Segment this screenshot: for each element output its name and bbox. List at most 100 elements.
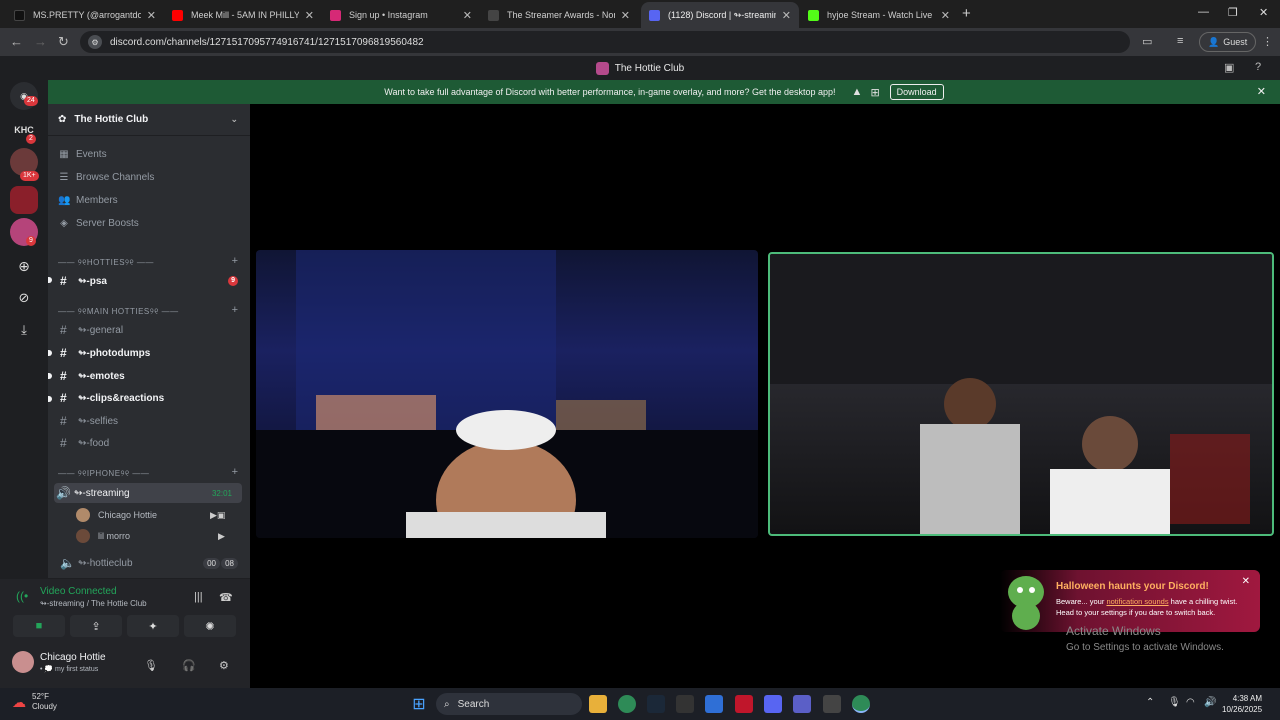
app-icon[interactable] <box>823 695 841 713</box>
avatar <box>76 508 90 522</box>
sidebar-item-label: Browse Channels <box>76 172 155 183</box>
channel-photodumps[interactable]: # ↬-photodumps <box>58 343 242 363</box>
server-title: The Hottie Club <box>614 62 685 74</box>
file-explorer-icon[interactable] <box>589 695 607 713</box>
halloween-toast[interactable]: Halloween haunts your Discord! Beware...… <box>1000 570 1260 632</box>
discover-icon[interactable]: ⊘ <box>10 284 38 312</box>
video-tile-stream[interactable] <box>256 250 758 538</box>
media-icon[interactable]: ≡ <box>1177 35 1183 47</box>
channel-selfies[interactable]: # ↬-selfies <box>58 411 242 431</box>
volume-icon[interactable]: 🔊 <box>1204 697 1216 708</box>
voice-status[interactable]: Video Connected <box>40 586 117 597</box>
browser-tab-kick[interactable]: hyjoe Stream - Watch Live on K ✕ <box>800 2 958 28</box>
profile-button[interactable]: 👤 Guest <box>1199 32 1257 52</box>
close-icon[interactable]: ✕ <box>941 9 950 22</box>
category-iphone[interactable]: —— ୨୧IPHONE୨୧ —— <box>58 469 149 479</box>
add-channel-icon[interactable]: + <box>232 304 238 316</box>
app-icon[interactable] <box>676 695 694 713</box>
steam-icon[interactable] <box>647 695 665 713</box>
download-button[interactable]: Download <box>889 84 944 100</box>
soundboard-icon: ✺ <box>205 620 215 633</box>
voice-user[interactable]: Chicago Hottie ▶▣ <box>76 508 225 522</box>
voice-channel-hottieclub[interactable]: 🔈 ↬-hottieclub 00 08 <box>58 553 242 573</box>
notification-badge: 9 <box>26 236 36 246</box>
minimize-icon[interactable]: — <box>1198 6 1209 18</box>
headphones-icon[interactable]: 🎧 <box>182 659 196 672</box>
server-header[interactable]: ✿ The Hottie Club ⌄ <box>48 104 250 136</box>
help-icon[interactable]: ? <box>1255 61 1261 73</box>
reload-icon[interactable]: ↻ <box>58 34 69 50</box>
back-icon[interactable]: ← <box>10 34 23 49</box>
voice-user[interactable]: lil morro ▶ <box>76 529 225 543</box>
noise-suppression-icon[interactable]: ||| <box>194 591 203 603</box>
app-icon[interactable] <box>735 695 753 713</box>
teams-icon[interactable] <box>793 695 811 713</box>
activities-button[interactable]: ✦ <box>127 615 179 637</box>
disconnect-icon[interactable]: ☎ <box>219 591 233 604</box>
restore-icon[interactable]: ❐ <box>1228 6 1238 19</box>
taskbar-search[interactable]: ⌕ Search <box>436 693 582 715</box>
windows-icon: ⊞ <box>870 86 880 99</box>
browser-tab-youtube[interactable]: Meek Mill - 5AM IN PHILLY (Off ✕ <box>164 2 322 28</box>
channel-general[interactable]: # ↬-general <box>58 320 242 340</box>
close-icon[interactable]: ✕ <box>621 9 630 22</box>
close-icon[interactable]: ✕ <box>1242 576 1250 587</box>
voice-channel-streaming[interactable]: 🔊 ↬-streaming 32:01 <box>54 483 242 503</box>
browser-tab-discord[interactable]: (1128) Discord | ↬-streamin ✕ <box>641 2 799 28</box>
new-tab-button[interactable]: + <box>962 5 971 22</box>
sidebar-item-members[interactable]: 👥 Members <box>58 195 118 206</box>
close-icon[interactable]: ✕ <box>147 9 156 22</box>
chrome-active-icon[interactable] <box>852 695 870 713</box>
microphone-icon[interactable]: 🎙 <box>144 659 158 672</box>
add-channel-icon[interactable]: + <box>232 255 238 267</box>
channel-emotes[interactable]: # ↬-emotes <box>58 366 242 386</box>
add-channel-icon[interactable]: + <box>232 466 238 478</box>
settings-icon[interactable]: ⚙ <box>219 659 229 672</box>
sidebar-item-server-boosts[interactable]: ◈ Server Boosts <box>58 218 139 229</box>
close-icon[interactable]: ✕ <box>305 9 314 22</box>
channel-psa[interactable]: # ↬-psa 9 <box>58 271 242 291</box>
inbox-icon[interactable]: ▣ <box>1224 61 1234 74</box>
user-info[interactable]: Chicago Hottie • 💭 my first status <box>12 651 106 673</box>
video-tile-camera[interactable] <box>768 252 1274 536</box>
browser-tab-tiktok[interactable]: MS.PRETTY (@arrogantdoll) | Ti ✕ <box>6 2 164 28</box>
notification-sounds-link[interactable]: notification sounds <box>1106 597 1168 606</box>
channel-label: ↬-streaming <box>74 487 130 499</box>
wifi-icon[interactable]: ◠ <box>1186 697 1195 708</box>
site-info-icon[interactable]: ⚙ <box>88 35 102 49</box>
close-icon[interactable]: ✕ <box>1257 85 1266 98</box>
category-hotties[interactable]: —— ୨୧HOTTIES୨୧ —— <box>58 258 154 268</box>
discord-icon[interactable] <box>764 695 782 713</box>
close-icon[interactable]: ✕ <box>463 9 472 22</box>
mic-tray-icon[interactable]: 🎙 <box>1168 697 1181 708</box>
download-apps-icon[interactable]: ⤓ <box>10 316 38 344</box>
channel-clips-reactions[interactable]: # ↬-clips&reactions <box>58 388 242 408</box>
clock[interactable]: 4:38 AM 10/26/2025 <box>1222 693 1262 715</box>
video-button[interactable]: ■ <box>13 615 65 637</box>
soundboard-button[interactable]: ✺ <box>184 615 236 637</box>
window-close-icon[interactable]: ✕ <box>1259 6 1268 19</box>
forward-icon[interactable]: → <box>34 34 47 49</box>
browser-tab-streamer-awards[interactable]: The Streamer Awards - Nomina ✕ <box>480 2 638 28</box>
windows-start-icon[interactable]: ⊞ <box>410 695 428 713</box>
weather-widget[interactable]: ☁ 52°F Cloudy <box>12 692 57 712</box>
cast-icon[interactable]: ▭ <box>1142 35 1152 48</box>
address-bar[interactable]: ⚙ discord.com/channels/12715170957749167… <box>80 31 1130 53</box>
sidebar-item-events[interactable]: ▦ Events <box>58 149 106 160</box>
sidebar-item-browse-channels[interactable]: ☰ Browse Channels <box>58 172 155 183</box>
browser-tab-instagram[interactable]: Sign up • Instagram ✕ <box>322 2 480 28</box>
screen-share-button[interactable]: ⇪ <box>70 615 122 637</box>
signal-icon[interactable]: ((• <box>16 589 28 603</box>
chrome-icon[interactable] <box>618 695 636 713</box>
category-main-hotties[interactable]: —— ୨୧MAIN HOTTIES୨୧ —— <box>58 307 179 317</box>
close-icon[interactable]: ✕ <box>782 9 791 22</box>
add-server-icon[interactable]: ⊕ <box>10 252 38 280</box>
video-live-icon: ▶▣ <box>210 509 226 520</box>
voice-location[interactable]: ↬-streaming / The Hottie Club <box>40 599 147 608</box>
channel-food[interactable]: # ↬-food <box>58 433 242 453</box>
app-icon[interactable] <box>705 695 723 713</box>
chevron-up-icon[interactable]: ⌃ <box>1146 697 1154 708</box>
server-avatar[interactable] <box>10 186 38 214</box>
url-text: discord.com/channels/1271517095774916741… <box>110 36 424 48</box>
menu-icon[interactable]: ⋮ <box>1262 35 1273 48</box>
